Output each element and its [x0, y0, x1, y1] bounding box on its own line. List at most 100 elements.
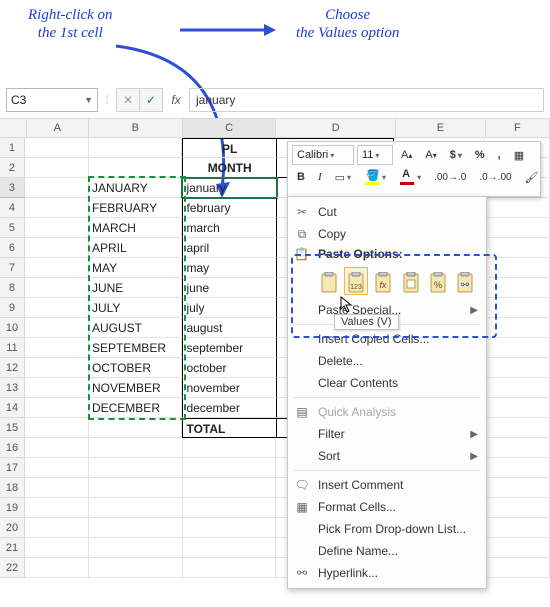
cell[interactable]	[484, 278, 550, 298]
cell[interactable]	[25, 318, 89, 338]
cell[interactable]	[25, 378, 89, 398]
font-combo[interactable]: Calibri▾	[292, 145, 354, 165]
cell[interactable]	[484, 498, 550, 518]
cell[interactable]: november	[182, 378, 276, 398]
row-header[interactable]: 21	[0, 538, 25, 558]
cell[interactable]	[89, 418, 182, 438]
cell[interactable]	[89, 558, 183, 578]
cell[interactable]	[25, 278, 89, 298]
cell[interactable]: june	[182, 278, 276, 298]
cell[interactable]	[25, 238, 89, 258]
menu-filter[interactable]: Filter▶	[288, 423, 486, 445]
paste-link-button[interactable]: ⚯	[455, 268, 476, 294]
cell[interactable]	[25, 418, 89, 438]
col-header-B[interactable]: B	[89, 119, 183, 137]
cell[interactable]: SEPTEMBER	[89, 338, 182, 358]
cell[interactable]	[25, 478, 89, 498]
cell[interactable]	[484, 218, 550, 238]
cell[interactable]	[25, 518, 89, 538]
cell[interactable]: MONTH	[182, 158, 276, 178]
italic-button[interactable]: I	[313, 167, 327, 187]
cell[interactable]	[25, 458, 89, 478]
row-header[interactable]: 22	[0, 558, 25, 578]
cell[interactable]	[25, 218, 89, 238]
menu-insert-comment[interactable]: 🗨Insert Comment	[288, 474, 486, 496]
cell[interactable]	[183, 478, 277, 498]
cell[interactable]: NOVEMBER	[89, 378, 182, 398]
row-header[interactable]: 8	[0, 278, 25, 298]
cell[interactable]	[484, 518, 550, 538]
cell[interactable]	[25, 298, 89, 318]
cell[interactable]	[89, 498, 183, 518]
cell[interactable]	[25, 338, 89, 358]
cell[interactable]	[484, 198, 550, 218]
menu-hyperlink[interactable]: ⚯Hyperlink...	[288, 562, 486, 584]
formula-input[interactable]: january	[189, 88, 544, 112]
cell[interactable]: JUNE	[89, 278, 182, 298]
cell[interactable]	[89, 538, 183, 558]
row-header[interactable]: 15	[0, 418, 25, 438]
percent-icon[interactable]: %	[470, 145, 490, 165]
paste-formatting-button[interactable]	[400, 268, 421, 294]
cell[interactable]	[484, 538, 550, 558]
menu-define-name[interactable]: Define Name...	[288, 540, 486, 562]
cell[interactable]: august	[182, 318, 276, 338]
cell[interactable]	[183, 538, 277, 558]
cell[interactable]: january	[182, 178, 276, 198]
cell[interactable]	[484, 438, 550, 458]
cell[interactable]: JANUARY	[89, 178, 182, 198]
row-header[interactable]: 20	[0, 518, 25, 538]
row-header[interactable]: 1	[0, 138, 25, 158]
cell[interactable]	[484, 378, 550, 398]
row-header[interactable]: 6	[0, 238, 25, 258]
cell[interactable]: DECEMBER	[89, 398, 182, 418]
cell[interactable]	[484, 478, 550, 498]
cell[interactable]	[89, 478, 183, 498]
cell[interactable]: september	[182, 338, 276, 358]
accept-formula-button[interactable]: ✓	[140, 88, 163, 112]
menu-pick-list[interactable]: Pick From Drop-down List...	[288, 518, 486, 540]
font-size-combo[interactable]: 11▾	[357, 145, 393, 165]
cell[interactable]	[25, 178, 89, 198]
border-dropdown-icon[interactable]: ▭▾	[330, 167, 356, 187]
row-header[interactable]: 2	[0, 158, 25, 178]
cell[interactable]: OCTOBER	[89, 358, 182, 378]
menu-format-cells[interactable]: ▦Format Cells...	[288, 496, 486, 518]
cell[interactable]: PL	[182, 138, 276, 158]
comma-style-icon[interactable]: ,	[493, 145, 506, 165]
cell[interactable]	[484, 418, 550, 438]
row-header[interactable]: 17	[0, 458, 25, 478]
cell[interactable]	[89, 458, 183, 478]
fill-color-icon[interactable]: 🪣▾	[359, 167, 391, 187]
cell[interactable]	[25, 438, 89, 458]
currency-icon[interactable]: $▾	[445, 145, 467, 165]
increase-decimal-icon[interactable]: .0→.00	[474, 167, 516, 187]
grow-font-icon[interactable]: A▴	[396, 145, 417, 165]
cell[interactable]	[183, 438, 277, 458]
paste-formulas-button[interactable]: fx	[373, 268, 394, 294]
paste-values-button[interactable]: 123	[345, 268, 366, 294]
row-header[interactable]: 4	[0, 198, 25, 218]
cell[interactable]: TOTAL	[182, 418, 276, 438]
col-header-D[interactable]: D	[276, 119, 395, 137]
cell[interactable]: MARCH	[89, 218, 182, 238]
cell[interactable]	[484, 458, 550, 478]
row-header[interactable]: 11	[0, 338, 25, 358]
cell[interactable]: april	[182, 238, 276, 258]
cell[interactable]	[25, 138, 89, 158]
cell[interactable]	[25, 398, 89, 418]
col-header-E[interactable]: E	[396, 119, 486, 137]
cell[interactable]	[484, 238, 550, 258]
cell[interactable]	[484, 558, 550, 578]
row-header[interactable]: 13	[0, 378, 25, 398]
paste-default-button[interactable]	[318, 268, 339, 294]
decrease-decimal-icon[interactable]: .00→.0	[429, 167, 471, 187]
cell[interactable]	[484, 398, 550, 418]
cell[interactable]: october	[182, 358, 276, 378]
menu-insert-copied[interactable]: Insert Copied Cells...	[288, 328, 486, 350]
row-header[interactable]: 5	[0, 218, 25, 238]
cell[interactable]	[484, 358, 550, 378]
cell[interactable]: march	[182, 218, 276, 238]
cancel-formula-button[interactable]: ✕	[116, 88, 140, 112]
row-header[interactable]: 12	[0, 358, 25, 378]
